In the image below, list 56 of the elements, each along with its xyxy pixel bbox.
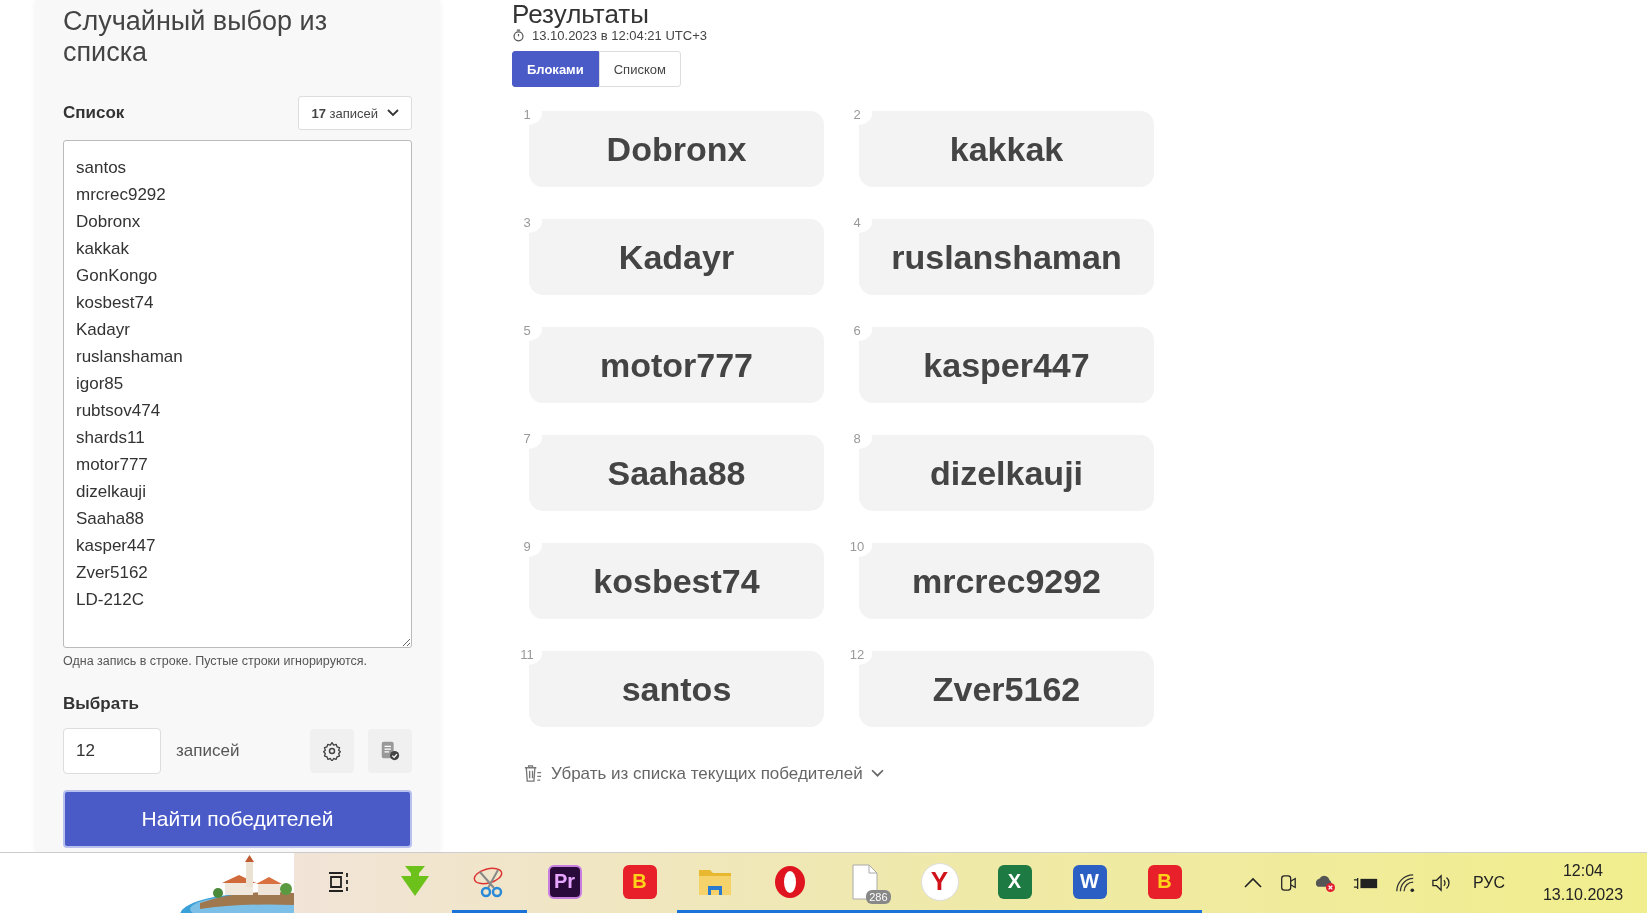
winner-name: kasper447 bbox=[923, 345, 1090, 385]
winner-name: Zver5162 bbox=[932, 669, 1081, 709]
winner-name: dizelkauji bbox=[929, 453, 1084, 493]
document-check-button[interactable] bbox=[368, 729, 412, 773]
winner-name: ruslanshaman bbox=[891, 237, 1122, 277]
taskbar-app[interactable]: Pr bbox=[527, 853, 602, 913]
page-title: Случайный выбор из списка bbox=[63, 6, 329, 68]
winner-name: motor777 bbox=[599, 345, 754, 385]
speaker-icon bbox=[1430, 873, 1453, 893]
winner-name: Kadayr bbox=[618, 237, 735, 277]
find-winners-button[interactable]: Найти победителей bbox=[63, 790, 412, 848]
document-check-icon bbox=[379, 740, 401, 762]
count-dropdown[interactable]: 17 записей bbox=[298, 96, 412, 130]
taskbar-app[interactable]: W bbox=[1052, 853, 1127, 913]
winner-name: Saaha88 bbox=[607, 453, 746, 493]
settings-icon bbox=[322, 741, 342, 761]
chevron-down-icon bbox=[870, 769, 884, 778]
hint-text: Одна запись в строке. Пустые строки игнорируются. bbox=[63, 654, 369, 668]
app-icon: B bbox=[1147, 864, 1182, 899]
results-title: Результаты bbox=[512, 0, 650, 28]
pick-label: Выбрать bbox=[63, 694, 140, 714]
clock-time[interactable]: 12:04 bbox=[1562, 862, 1603, 880]
taskbar-app[interactable]: X bbox=[977, 853, 1052, 913]
taskbar-app[interactable]: B bbox=[1127, 853, 1202, 913]
count-badge: 286 bbox=[866, 889, 891, 904]
app-icon: W bbox=[1072, 864, 1107, 899]
winner-name: mrcrec9292 bbox=[911, 561, 1102, 601]
list-field[interactable]: santos mrcrec9292 Dobronx kakkak GonKongo kosbest74 Kadayr ruslanshaman igor85 rubtsov474 shards11 motor777 dizelkauji Saaha88 kasper447 Zver5162 LD-212C bbox=[63, 140, 412, 648]
app-icon: Y bbox=[920, 862, 959, 901]
winner-name: Dobronx bbox=[606, 129, 747, 169]
taskbar-app[interactable]: B bbox=[602, 853, 677, 913]
taskbar-app[interactable]: Y bbox=[902, 853, 977, 913]
camera-icon bbox=[1278, 873, 1297, 893]
app-icon: B bbox=[622, 864, 657, 899]
settings-button[interactable] bbox=[310, 729, 354, 773]
trash-icon bbox=[522, 763, 543, 784]
count-input[interactable]: 12 bbox=[63, 728, 161, 774]
list-label: Список bbox=[63, 103, 125, 123]
remove-winners-link[interactable]: Убрать из списка текущих победителей bbox=[522, 763, 884, 784]
chevron-up-icon bbox=[1242, 877, 1263, 889]
winner-name: kosbest74 bbox=[593, 561, 760, 601]
unit-label: записей bbox=[176, 741, 241, 761]
chevron-down-icon bbox=[387, 109, 399, 117]
timestamp: 13.10.2023 в 12:04:21 UTC+3 bbox=[532, 28, 707, 43]
language-indicator[interactable]: РУС bbox=[1472, 874, 1505, 892]
taskbar-app[interactable]: 286 bbox=[827, 853, 902, 913]
stopwatch-icon bbox=[512, 29, 525, 42]
view-tab[interactable]: Блоками bbox=[512, 51, 599, 87]
app-icon: X bbox=[997, 864, 1032, 899]
wifi-icon bbox=[1394, 873, 1415, 893]
view-tab[interactable]: Списком bbox=[598, 51, 681, 87]
app-icon: Pr bbox=[547, 864, 582, 899]
battery-icon bbox=[1352, 875, 1379, 891]
winner-name: santos bbox=[621, 669, 732, 709]
clock-date[interactable]: 13.10.2023 bbox=[1542, 886, 1624, 904]
winner-name: kakkak bbox=[949, 129, 1064, 169]
